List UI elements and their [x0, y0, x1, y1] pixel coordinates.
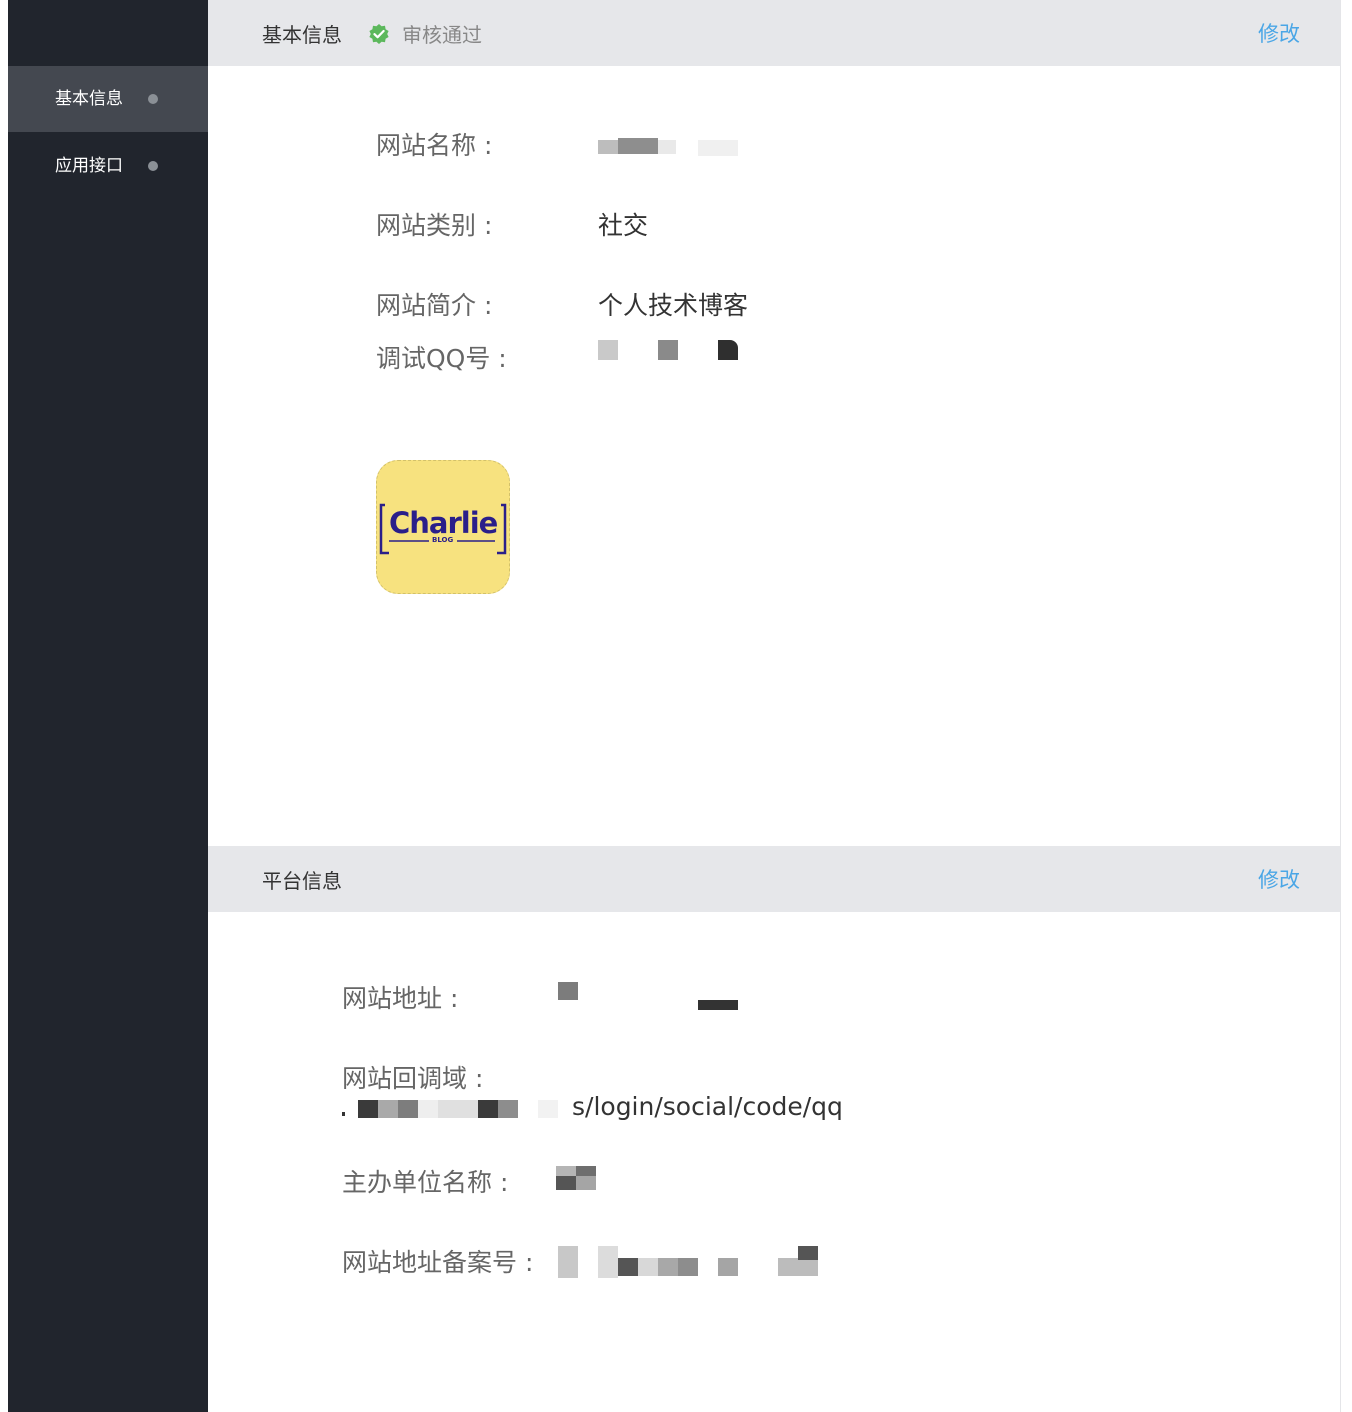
site-category-value: 社交: [598, 211, 649, 240]
section-title: 基本信息: [262, 23, 342, 47]
section-title: 平台信息: [262, 869, 342, 893]
edit-platform-info-link[interactable]: 修改: [1258, 864, 1300, 894]
sidebar-item-app-interface[interactable]: 应用接口: [8, 133, 208, 199]
site-url-label: 网站地址 :: [342, 984, 459, 1013]
main-content: 基本信息 审核通过 修改 网站名称 : 网站类别 : 社交 网站简介 : 个人技…: [208, 0, 1341, 1412]
site-intro-value: 个人技术博客: [598, 291, 749, 320]
site-name-label: 网站名称 :: [376, 131, 493, 160]
logo-text: Charlie: [389, 506, 498, 540]
icp-number-label: 网站地址备案号 :: [342, 1248, 534, 1277]
callback-domain-label: 网站回调域 :: [342, 1064, 484, 1093]
site-category-label: 网站类别 :: [376, 211, 493, 240]
logo-subtext: BLOG: [432, 536, 454, 544]
status-dot-icon: [148, 94, 158, 104]
site-logo[interactable]: Charlie BLOG: [376, 460, 510, 594]
basic-info-header: 基本信息 审核通过 修改: [208, 0, 1340, 66]
organizer-name-label: 主办单位名称 :: [342, 1168, 509, 1197]
platform-info-header: 平台信息 修改: [208, 846, 1340, 912]
callback-domain-value: s/login/social/code/qq: [572, 1092, 843, 1121]
sidebar: 基本信息 应用接口: [8, 0, 208, 1412]
sidebar-item-label: 应用接口: [55, 156, 123, 176]
edit-basic-info-link[interactable]: 修改: [1258, 18, 1300, 48]
debug-qq-label: 调试QQ号 :: [376, 344, 507, 373]
site-intro-label: 网站简介 :: [376, 291, 493, 320]
sidebar-item-label: 基本信息: [55, 89, 123, 109]
status-dot-icon: [148, 161, 158, 171]
verified-check-icon: [369, 24, 389, 44]
review-status-text: 审核通过: [402, 23, 482, 47]
sidebar-item-basic-info[interactable]: 基本信息: [8, 66, 208, 132]
